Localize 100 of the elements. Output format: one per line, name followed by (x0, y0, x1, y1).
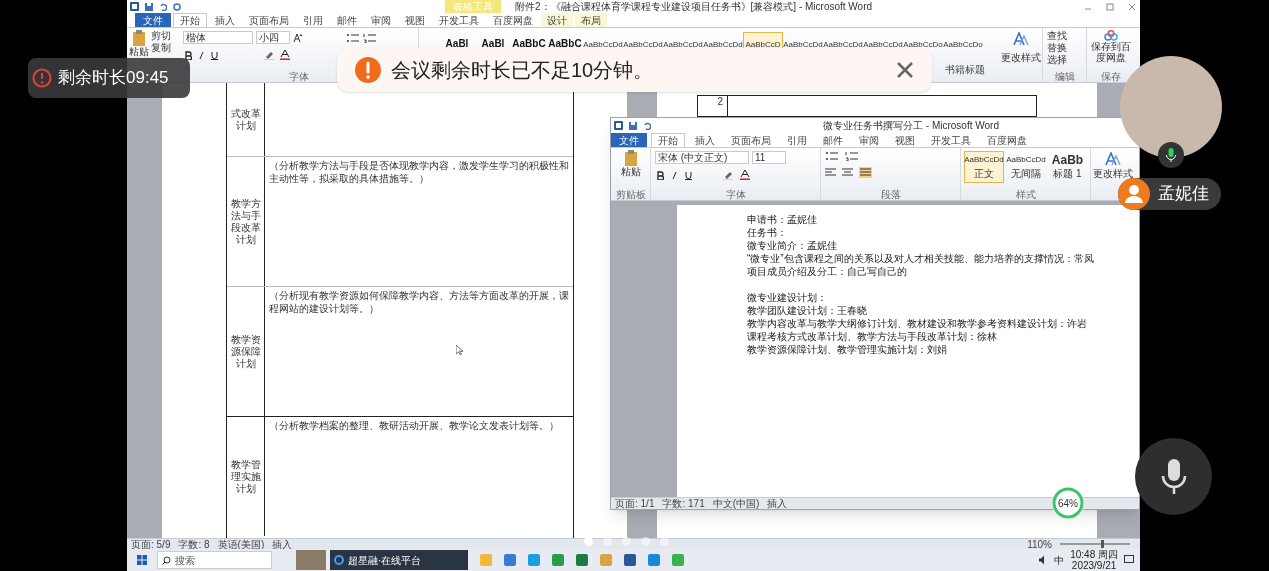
status-item: 字数: 8 (178, 538, 210, 550)
ribbon-tab[interactable]: 文件 (611, 133, 647, 147)
ribbon-tab[interactable]: 插入 (209, 13, 241, 27)
change-styles-icon[interactable] (1012, 32, 1029, 46)
font-size-field[interactable]: 小四 (256, 31, 290, 44)
zoom-slider-thumb[interactable] (1100, 540, 1104, 548)
bullets-icon[interactable] (346, 32, 360, 43)
group-label: 编辑 (1053, 71, 1076, 82)
close-icon[interactable] (1128, 2, 1136, 11)
bold-icon[interactable] (185, 50, 192, 60)
undo-icon[interactable] (643, 121, 651, 130)
underline-icon[interactable] (685, 170, 692, 180)
change-styles-button[interactable]: 更改样式 (1000, 52, 1041, 63)
undo-icon[interactable] (159, 2, 167, 11)
change-styles-icon[interactable] (1105, 152, 1121, 166)
notification-icon[interactable] (1124, 555, 1134, 565)
warning-icon (355, 57, 381, 83)
ribbon-tab[interactable]: 百度网盘 (487, 13, 539, 27)
search-icon (162, 555, 171, 565)
ribbon-tab[interactable]: 开始 (173, 13, 207, 27)
windows-start-icon[interactable] (137, 555, 147, 565)
status-item: 插入 (272, 538, 293, 550)
ribbon-tab[interactable]: 邮件 (331, 13, 363, 27)
align-left-icon[interactable] (825, 168, 836, 177)
participant-name-tag: 孟妮佳 (1118, 178, 1221, 210)
taskbar-search-field[interactable]: 搜索 (157, 551, 272, 569)
paste-label[interactable]: 粘贴 (620, 166, 641, 177)
save-icon[interactable] (145, 2, 153, 11)
ribbon-tab[interactable]: 布局 (575, 13, 607, 27)
highlight-icon[interactable] (264, 50, 274, 60)
maximize-icon[interactable] (1106, 2, 1114, 11)
ribbon-tab[interactable]: 开始 (651, 133, 685, 147)
highlight-icon[interactable] (723, 170, 733, 180)
grow-font-icon[interactable] (293, 32, 303, 43)
change-styles-button[interactable]: 更改样式 (1093, 168, 1133, 179)
ribbon-tab[interactable]: 视图 (399, 13, 431, 27)
font-size-field[interactable]: 11 (752, 151, 786, 164)
font-color-icon[interactable] (280, 50, 290, 60)
document-line: 申请书：孟妮佳 (747, 213, 817, 226)
zoom-level: 110% (1027, 538, 1052, 550)
ribbon-tab[interactable]: 插入 (689, 133, 721, 147)
font-name-field[interactable]: 宋体 (中文正文) (655, 151, 749, 164)
style-preset[interactable]: AaBbCcDd 无间隔 (1006, 151, 1046, 183)
ribbon-tab[interactable]: 页面布局 (725, 133, 777, 147)
style-preset[interactable]: AaBb 标题 1 (1048, 151, 1087, 183)
paste-icon[interactable] (132, 30, 146, 46)
input-method-indicator[interactable]: 中 (1054, 552, 1065, 568)
underline-icon[interactable] (211, 50, 218, 60)
save-icon[interactable] (629, 121, 637, 130)
ribbon-tab[interactable]: 邮件 (817, 133, 849, 147)
cut-button[interactable]: 剪切 (151, 30, 171, 42)
clock-date[interactable]: 2023/9/21 (1071, 560, 1117, 571)
row-label: 教学管理实施计划 (229, 458, 262, 495)
numbering-icon[interactable] (845, 151, 859, 161)
status-item: 页面: 5/9 (131, 538, 171, 550)
numbering-icon[interactable] (363, 32, 377, 43)
italic-icon[interactable] (671, 170, 678, 180)
document-line: 项目成员介绍及分工：自己写自己的 (747, 265, 907, 278)
bullets-icon[interactable] (825, 151, 839, 161)
font-color-icon[interactable] (740, 170, 750, 180)
cell-text: （分析现有教学资源如何保障教学内容、方法等方面改革的开展，课程网站的建设计划等。） (269, 289, 569, 315)
status-item: 中文(中国) (712, 498, 760, 509)
meeting-timer: 剩余时长09:45 (28, 58, 190, 98)
edit-command[interactable]: 替换 (1047, 42, 1082, 54)
ribbon-tab[interactable]: 设计 (541, 13, 573, 27)
taskbar-app-button[interactable]: 超星融·在线平台 (330, 550, 468, 570)
save-to-cloud-button[interactable]: 保存到百度网盘 (1089, 41, 1133, 63)
style-preset[interactable]: AaBbCcDo (943, 32, 983, 52)
window-title: 附件2：《融合课程体育学课程专业建设项目任务书》[兼容模式] - Microsoft Word (515, 0, 873, 13)
close-icon[interactable] (896, 61, 914, 79)
ribbon-tab[interactable]: 百度网盘 (981, 133, 1033, 147)
row-label: 教学资源保障计划 (229, 333, 262, 370)
group-label: 字体 (724, 189, 747, 200)
font-name-field[interactable]: 楷体 (183, 31, 253, 44)
ribbon-tab[interactable]: 引用 (297, 13, 329, 27)
ribbon-tab[interactable]: 视图 (889, 133, 921, 147)
style-label: 书籍标题 (945, 63, 985, 77)
ribbon-tab[interactable]: 审阅 (853, 133, 885, 147)
paste-label[interactable]: 粘贴 (129, 46, 149, 57)
ribbon-tab[interactable]: 文件 (135, 13, 171, 27)
document-line: 微专业建设计划： (747, 291, 827, 304)
document-line: 任务书： (747, 226, 787, 239)
paste-icon[interactable] (623, 150, 638, 166)
italic-icon[interactable] (198, 50, 205, 60)
bold-icon[interactable] (657, 170, 664, 180)
ribbon-tab[interactable]: 审阅 (365, 13, 397, 27)
copy-button[interactable]: 复制 (151, 42, 171, 54)
edit-command[interactable]: 选择 (1047, 54, 1082, 66)
ribbon-tab[interactable]: 引用 (781, 133, 813, 147)
ribbon-tab[interactable]: 开发工具 (925, 133, 977, 147)
edit-command[interactable]: 查找 (1047, 30, 1082, 42)
align-center-icon[interactable] (842, 168, 853, 177)
justify-icon[interactable] (859, 167, 872, 178)
ribbon-tab[interactable]: 页面布局 (243, 13, 295, 27)
cell-text: （分析教学方法与手段是否体现教学内容，激发学生学习的积极性和主动性等，拟采取的具体措施等。） (269, 159, 569, 185)
clock-time[interactable]: 10:48 周四 (1070, 549, 1118, 560)
microphone-icon (1160, 458, 1187, 495)
ribbon-tab[interactable]: 开发工具 (433, 13, 485, 27)
group-label: 剪贴板 (615, 189, 646, 200)
document-line: 微专业简介：孟妮佳 (747, 239, 837, 252)
